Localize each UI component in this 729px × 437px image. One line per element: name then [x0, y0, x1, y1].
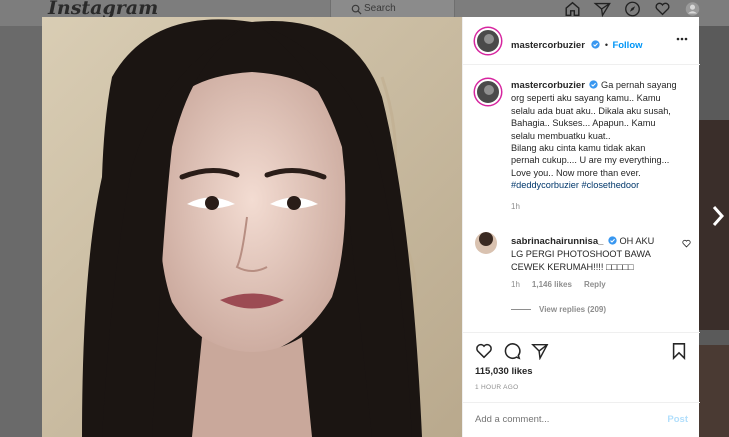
caption-line: pernah cukup.... U are my everything...: [511, 155, 670, 166]
likes-count[interactable]: 115,030 likes: [475, 366, 533, 377]
author-username[interactable]: mastercorbuzier: [511, 40, 585, 51]
verified-badge-icon: [591, 40, 601, 49]
caption-line: selalu membuatku kuat..: [511, 130, 611, 141]
post-photo[interactable]: [42, 17, 462, 437]
search-placeholder: Search: [364, 3, 396, 14]
caption-line: selalu ada buat aku.. Dikala aku susah,: [511, 105, 671, 116]
author-avatar[interactable]: [475, 28, 501, 54]
caption-text: mastercorbuzier Ga pernah sayang org sep…: [511, 79, 691, 213]
post-time: 1 HOUR AGO: [475, 384, 519, 391]
post-side-panel: mastercorbuzier • Follow mastercorbuzier…: [462, 17, 700, 437]
commenter-avatar[interactable]: [475, 232, 497, 254]
post-comment-button[interactable]: Post: [667, 414, 688, 425]
explore-icon[interactable]: [623, 0, 642, 18]
portrait-image: [42, 17, 462, 437]
follow-button[interactable]: Follow: [612, 40, 642, 51]
caption-author-avatar[interactable]: [475, 79, 501, 105]
view-replies-button[interactable]: View replies (209): [511, 305, 606, 314]
direct-icon[interactable]: [593, 0, 612, 18]
activity-icon[interactable]: [653, 0, 672, 18]
comment-body-line: CEWEK KERUMAH!!!! □□□□□: [511, 261, 634, 272]
profile-icon[interactable]: [683, 0, 702, 18]
caption-hashtags[interactable]: #deddycorbuzier #closethedoor: [511, 179, 691, 191]
next-post-arrow-icon[interactable]: [709, 203, 727, 229]
caption-line: Bilang aku cinta kamu tidak akan: [511, 143, 646, 154]
more-options-icon[interactable]: [676, 34, 688, 44]
separator-dot: •: [604, 40, 608, 50]
save-bookmark-icon[interactable]: [670, 342, 688, 360]
post-modal: mastercorbuzier • Follow mastercorbuzier…: [42, 17, 700, 437]
caption-line: Love you.. Now more than ever.: [511, 167, 641, 178]
comment-like-heart-icon[interactable]: [682, 239, 691, 248]
like-heart-icon[interactable]: [475, 342, 493, 360]
comment-bubble-icon[interactable]: [503, 342, 521, 360]
comment-time: 1h: [511, 280, 520, 289]
home-icon[interactable]: [563, 0, 582, 18]
caption-line: Bahagia.. Sukses... Apapun.. Kamu: [511, 118, 656, 129]
comment-body-line: OH AKU: [619, 236, 655, 246]
share-icon[interactable]: [531, 342, 549, 360]
comment-body-line: LG PERGI PHOTOSHOOT BAWA: [511, 249, 651, 260]
post-actions: 115,030 likes 1 HOUR AGO: [463, 332, 700, 402]
caption-author-username[interactable]: mastercorbuzier: [511, 80, 585, 91]
post-header: mastercorbuzier • Follow: [463, 17, 700, 65]
comment-reply-button[interactable]: Reply: [584, 280, 606, 289]
comment-likes[interactable]: 1,146 likes: [532, 280, 572, 289]
search-icon: [351, 4, 362, 15]
verified-badge-icon: [608, 236, 617, 245]
post-header-info: mastercorbuzier • Follow: [511, 35, 643, 53]
view-replies-label: View replies (209): [539, 305, 606, 314]
add-comment-input[interactable]: [475, 414, 645, 425]
add-comment-bar: Post: [463, 402, 700, 437]
background-feed-left: [0, 26, 42, 437]
comment-meta: 1h 1,146 likes Reply: [511, 280, 606, 289]
verified-badge-icon: [589, 80, 599, 89]
replies-divider: [511, 309, 531, 310]
commenter-username[interactable]: sabrinachairunnisa_: [511, 236, 603, 247]
caption-line: Ga pernah sayang: [601, 80, 677, 90]
caption-line: org seperti aku sayang kamu.. Kamu: [511, 93, 661, 104]
comment-text: sabrinachairunnisa_ OH AKU LG PERGI PHOT…: [511, 235, 676, 273]
background-thumbnail: [699, 345, 729, 437]
nav-icons: [563, 0, 702, 18]
caption-time: 1h: [511, 201, 520, 211]
